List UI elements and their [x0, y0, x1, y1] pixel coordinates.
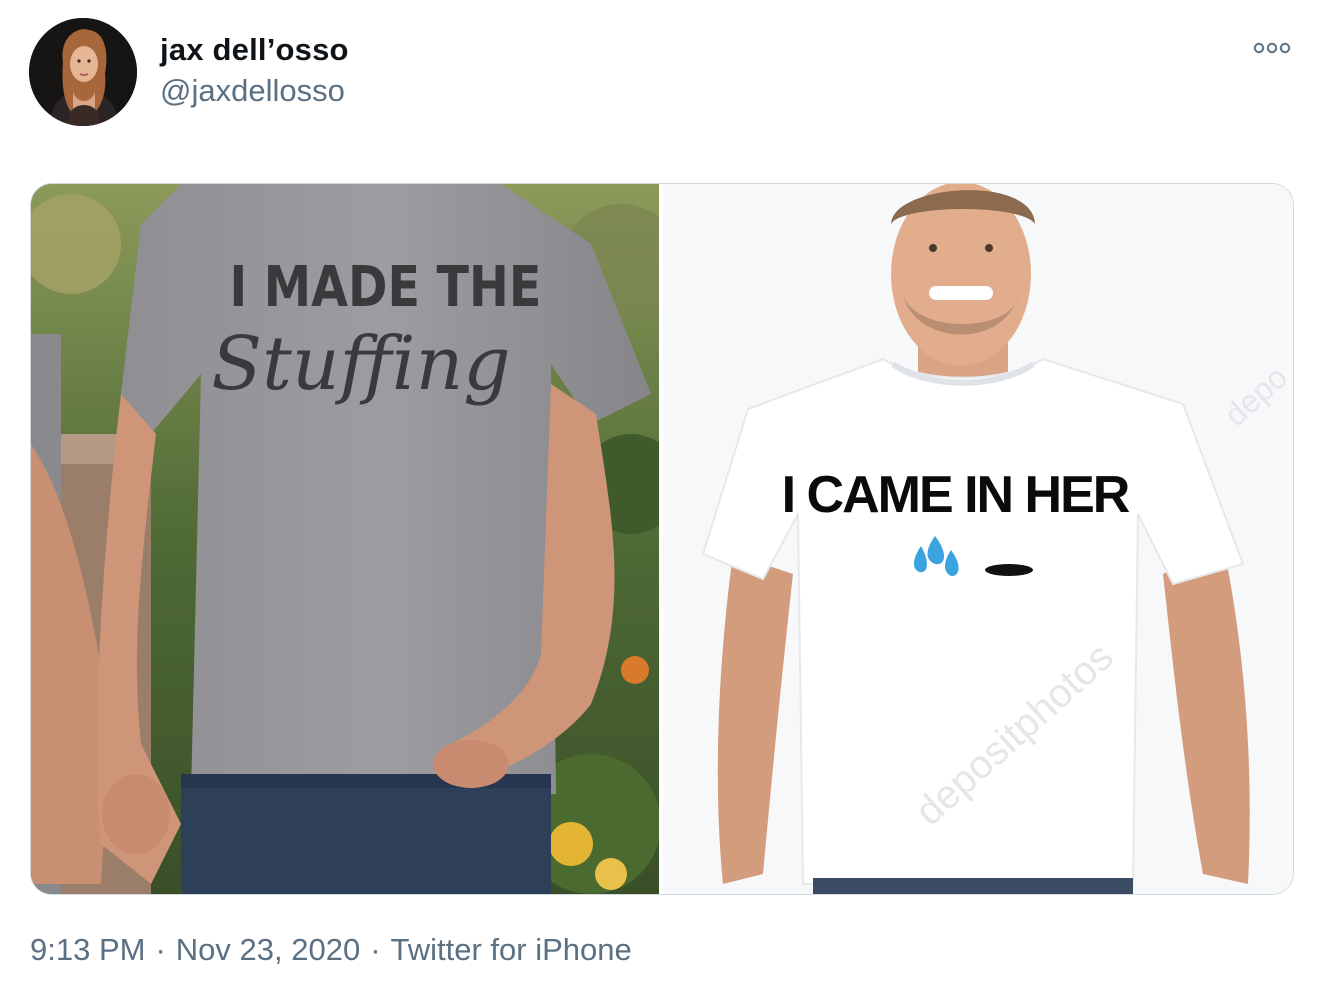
tweet-source[interactable]: Twitter for iPhone — [391, 932, 632, 967]
tweet-time[interactable]: 9:13 PM — [30, 932, 145, 967]
ellipsis-icon — [1253, 42, 1291, 54]
photo-stuffing-shirt: I MADE THE Stuffing — [31, 184, 659, 894]
handle[interactable]: @jaxdellosso — [160, 70, 349, 112]
shirt-text-line1: I MADE THE — [230, 255, 542, 320]
avatar[interactable] — [29, 18, 137, 126]
separator: · — [370, 932, 381, 967]
display-name[interactable]: jax dell’osso — [160, 30, 349, 70]
tweet-metadata: 9:13 PM · Nov 23, 2020 · Twitter for iPhone — [30, 928, 632, 972]
shirt-text-line2: Stuffing — [211, 321, 510, 407]
profile-photo — [29, 18, 137, 126]
tweet: jax dell’osso @jaxdellosso I MADE THE St… — [0, 0, 1325, 1000]
photo-right[interactable]: I CAME IN HER depositphotos depo — [663, 184, 1293, 894]
photo-white-shirt: I CAME IN HER depositphotos depo — [663, 184, 1293, 894]
media-grid: I MADE THE Stuffing I CAME IN HER deposi… — [30, 183, 1294, 895]
hole-emoji — [985, 564, 1033, 576]
separator: · — [155, 932, 166, 967]
author-block[interactable]: jax dell’osso @jaxdellosso — [160, 30, 349, 112]
shirt-text: I CAME IN HER — [782, 466, 1130, 524]
photo-left[interactable]: I MADE THE Stuffing — [31, 184, 659, 894]
tweet-date[interactable]: Nov 23, 2020 — [176, 932, 360, 967]
more-options-button[interactable] — [1252, 38, 1294, 58]
